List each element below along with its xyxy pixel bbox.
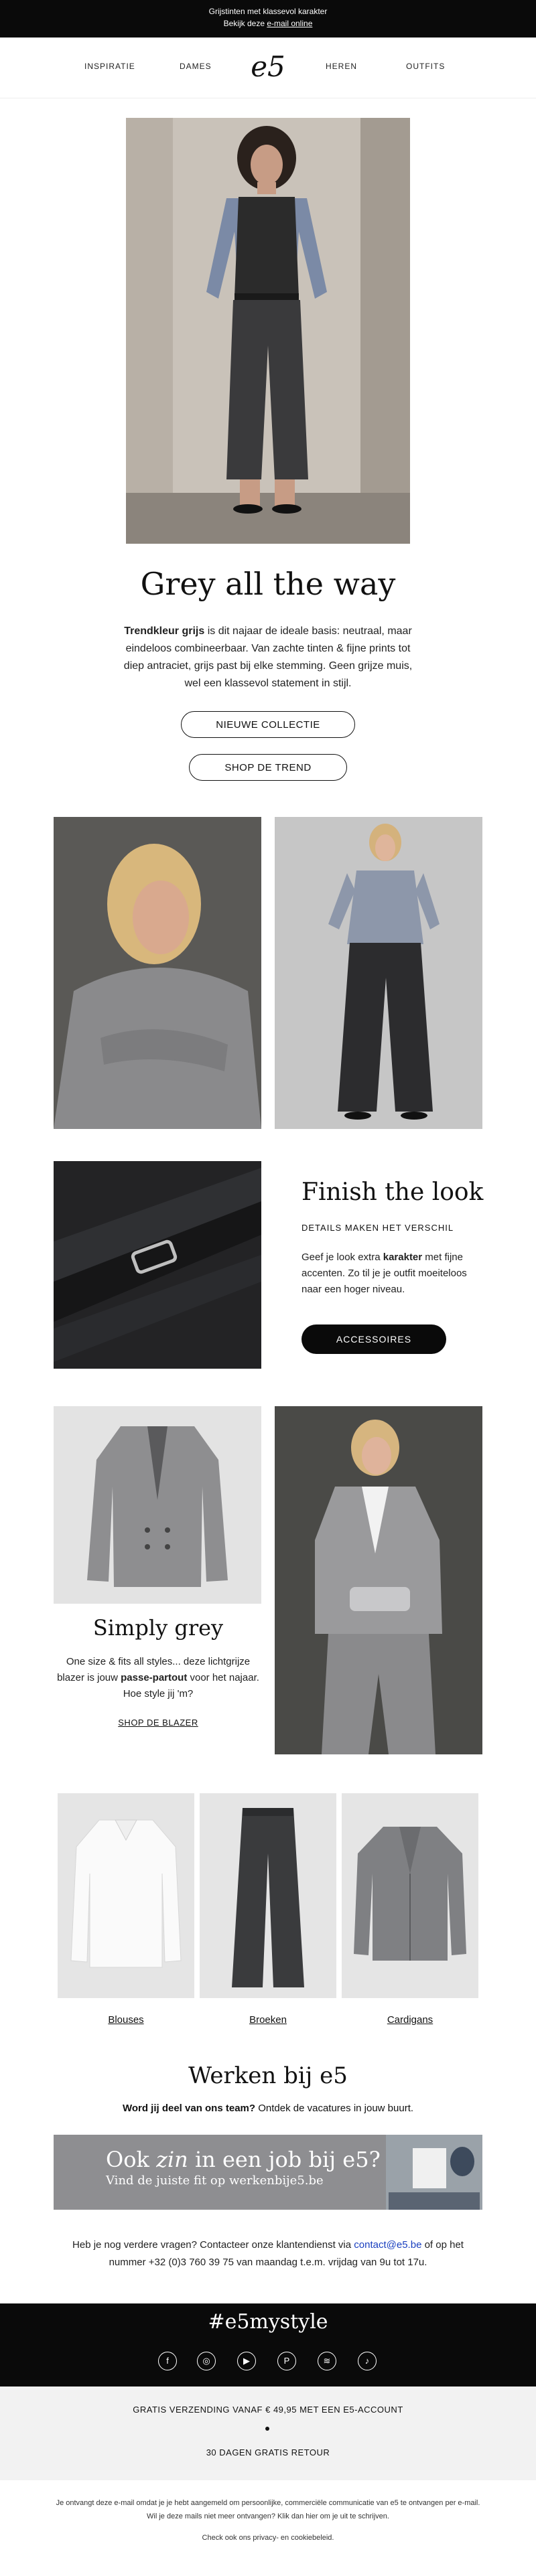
jobs-banner[interactable]: [54, 2135, 482, 2210]
nav-item-heren[interactable]: HEREN: [326, 62, 357, 71]
hero-headline: Grey all the way: [140, 566, 396, 602]
instagram-icon[interactable]: ◎: [197, 2352, 216, 2370]
youtube-icon[interactable]: ▶: [237, 2352, 256, 2370]
footer-text: Je ontvangt deze e-mail omdat je je hebt…: [56, 2499, 480, 2520]
blouse-photo-illustration: [275, 817, 482, 1129]
suit-photo-illustration: [275, 1406, 482, 1754]
jobs-banner-title: Ook zin in een job bij e5?: [106, 2147, 381, 2172]
blouse-product-illustration: [58, 1793, 194, 1998]
spotify-icon[interactable]: ≋: [318, 2352, 336, 2370]
contact-text: Heb je nog verdere vragen? Contacteer on…: [72, 2239, 464, 2268]
unsubscribe-link[interactable]: uit te schrijven: [340, 2512, 387, 2520]
view-online-line: Bekijk deze e-mail online: [223, 19, 313, 28]
product-cardigans-image[interactable]: [342, 1793, 478, 1998]
e5-logo[interactable]: e5: [248, 50, 288, 84]
product-cardigans-link[interactable]: Cardigans: [342, 2014, 478, 2026]
tiktok-icon[interactable]: ♪: [358, 2352, 377, 2370]
finish-title: Finish the look: [302, 1179, 484, 1206]
belt-photo-illustration: [54, 1161, 261, 1369]
cardigan-product-illustration: [342, 1793, 478, 1998]
preheader-text: Grijstinten met klassevol karakter: [208, 7, 328, 16]
shop-blazer-link[interactable]: SHOP DE BLAZER: [54, 1718, 263, 1728]
shipping-free-text: GRATIS VERZENDING VANAF € 49,95 MET EEN …: [133, 2405, 403, 2415]
product-blouses-image[interactable]: [58, 1793, 194, 1998]
photo-striped-blouse-jeans[interactable]: [275, 817, 482, 1129]
nav-item-inspiratie[interactable]: INSPIRATIE: [84, 62, 135, 71]
footer-privacy: Check ook ons privacy- en cookiebeleid.: [202, 2534, 334, 2542]
simply-text: One size & fits all styles... deze licht…: [57, 1656, 259, 1699]
privacy-link[interactable]: privacy- en cookiebeleid: [253, 2534, 332, 2542]
new-collection-button[interactable]: NIEUWE COLLECTIE: [181, 711, 355, 738]
finish-subtitle: DETAILS MAKEN HET VERSCHIL: [302, 1223, 454, 1233]
separator-dot: [265, 2427, 269, 2431]
facebook-icon[interactable]: f: [158, 2352, 177, 2370]
pinterest-icon[interactable]: P: [277, 2352, 296, 2370]
hero-image[interactable]: [126, 118, 410, 544]
jobs-banner-subtitle: Vind de juiste fit op werkenbije5.be: [106, 2174, 324, 2188]
hero-photo-illustration: [126, 118, 410, 544]
cardigan-photo-illustration: [54, 817, 261, 1129]
nav-item-dames[interactable]: DAMES: [180, 62, 212, 71]
blazer-photo-illustration: [54, 1406, 261, 1604]
werken-text: Word jij deel van ons team? Ontdek de va…: [122, 2103, 414, 2114]
photo-grey-blazer[interactable]: [54, 1406, 261, 1604]
preheader-bar: Grijstinten met klassevol karakter Bekij…: [0, 0, 536, 37]
vacatures-link[interactable]: vacatures: [308, 2103, 351, 2114]
trousers-product-illustration: [200, 1793, 336, 1998]
photo-grey-cardigan-closeup[interactable]: [54, 817, 261, 1129]
email-page: { "topbar": { "line1": "Grijstinten met …: [0, 0, 536, 2576]
shop-trend-button[interactable]: SHOP DE TREND: [189, 754, 347, 781]
view-online-link[interactable]: e-mail online: [267, 19, 312, 28]
accessoires-button[interactable]: ACCESSOIRES: [302, 1324, 446, 1354]
contact-email-link[interactable]: contact@e5.be: [354, 2239, 421, 2251]
simply-title: Simply grey: [92, 1615, 224, 1641]
photo-grey-suit-outfit[interactable]: [275, 1406, 482, 1754]
shipping-return-text: 30 DAGEN GRATIS RETOUR: [206, 2447, 330, 2457]
shipping-section: [0, 2386, 536, 2480]
photo-belt-detail[interactable]: [54, 1161, 261, 1369]
product-broeken-link[interactable]: Broeken: [200, 2014, 336, 2026]
jobs-banner-illustration: [54, 2135, 482, 2210]
hero-intro: Trendkleur grijs is dit najaar de ideale…: [123, 625, 413, 689]
finish-text: Geef je look extra karakter met fijne ac…: [302, 1252, 467, 1295]
nav-item-outfits[interactable]: OUTFITS: [406, 62, 445, 71]
social-hashtag: #e5mystyle: [208, 2310, 328, 2334]
werken-title: Werken bij e5: [188, 2062, 348, 2089]
main-navigation: INSPIRATIE DAMES e5 HEREN OUTFITS: [0, 37, 536, 98]
werkenbije5-link[interactable]: werkenbije5.be: [229, 2174, 324, 2188]
product-blouses-link[interactable]: Blouses: [58, 2014, 194, 2026]
product-broeken-image[interactable]: [200, 1793, 336, 1998]
